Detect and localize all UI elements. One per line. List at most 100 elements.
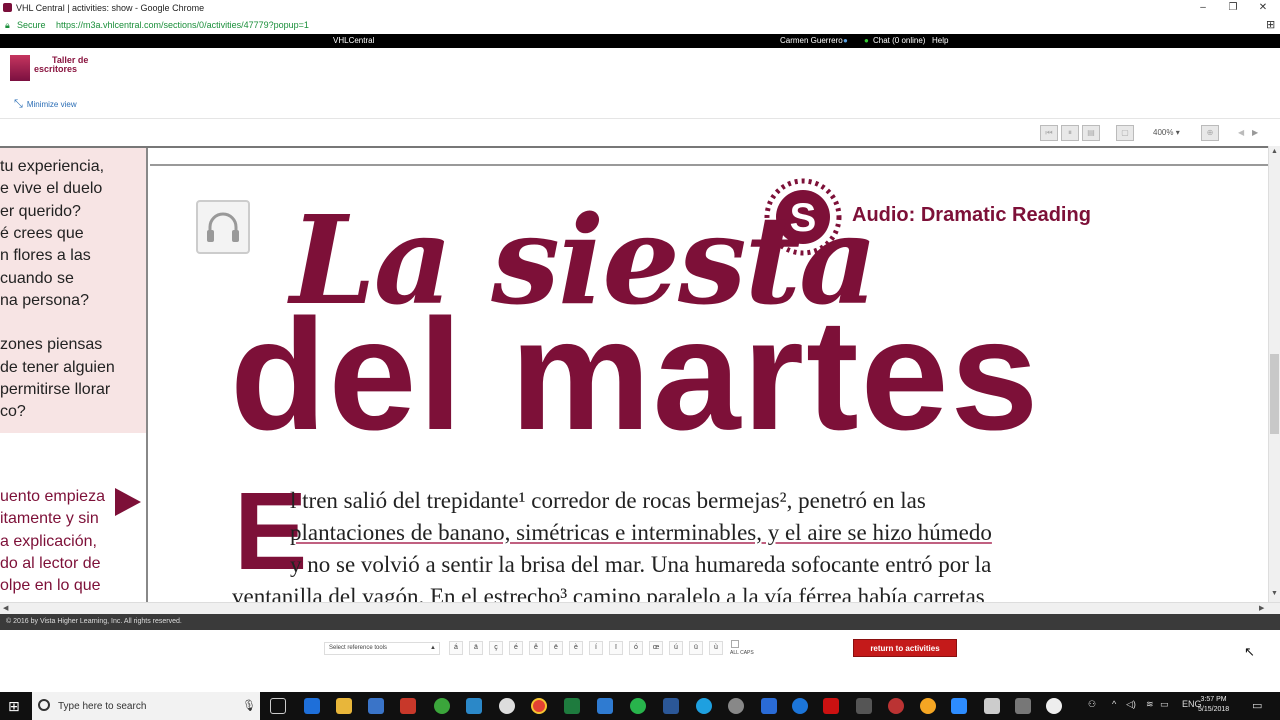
text-line-2: plantaciones de banano, simétricas e int… [290, 520, 992, 545]
book-viewer[interactable]: tu experiencia, e vive el duelo er querido… [0, 146, 1268, 602]
edge-icon[interactable] [304, 698, 320, 714]
scroll-right-icon[interactable]: ▶ [1259, 604, 1264, 612]
scroll-down-icon[interactable]: ▼ [1271, 590, 1278, 597]
reference-tools-label: Select reference tools [329, 645, 388, 651]
scroll-up-icon[interactable]: ▲ [1271, 148, 1278, 155]
leaf-app-icon[interactable] [434, 698, 450, 714]
reference-tools-bar: Select reference tools ▲ áäçéêëèíïóœúüù … [0, 630, 1280, 690]
netflix-icon[interactable] [823, 698, 839, 714]
left-question-line: n flores a las [0, 247, 91, 265]
zoom-in-icon[interactable]: ⊕ [1201, 125, 1219, 141]
vertical-scroll-thumb[interactable] [1270, 354, 1279, 434]
microphone-icon[interactable]: 🎙︎ [242, 699, 256, 712]
steam-icon[interactable] [499, 698, 515, 714]
headphones-icon[interactable] [196, 200, 250, 254]
accent-button[interactable]: ê [529, 641, 543, 655]
accent-button[interactable]: í [589, 641, 603, 655]
taskbar-clock[interactable]: 3:57 PM 5/15/2018 [1198, 695, 1229, 715]
logo-line-2: escritores [34, 64, 78, 74]
volume-icon[interactable]: ◁) [1126, 699, 1136, 710]
chat-status-icon: ● [864, 36, 869, 45]
chat-link[interactable]: Chat (0 online) [873, 36, 925, 45]
user-name[interactable]: Carmen Guerrero [780, 36, 843, 45]
zoom-select[interactable]: 400% ▾ [1153, 128, 1180, 137]
page-rule [150, 164, 1268, 166]
remote-desktop-icon[interactable] [597, 698, 613, 714]
skype-icon[interactable] [696, 698, 712, 714]
vhl-brand[interactable]: VHLCentral [333, 36, 374, 45]
left-question-line: e vive el duelo [0, 180, 103, 198]
accent-button[interactable]: ü [689, 641, 703, 655]
mail-icon[interactable] [984, 698, 1000, 714]
caption-icon[interactable]: ▤ [1082, 125, 1100, 141]
app-icon-4[interactable] [920, 698, 936, 714]
lock-icon: 🔒︎ [5, 20, 10, 30]
word-icon[interactable] [663, 698, 679, 714]
help-link[interactable]: Help [932, 36, 948, 45]
accent-button[interactable]: ë [549, 641, 563, 655]
accent-button[interactable]: ù [709, 641, 723, 655]
accent-button[interactable]: è [569, 641, 583, 655]
app-icon-5[interactable] [1015, 698, 1031, 714]
chrome-icon[interactable] [531, 698, 547, 714]
maximize-window-button[interactable]: ❐ [1218, 0, 1248, 16]
file-explorer-icon[interactable] [336, 698, 352, 714]
app-icon-6[interactable] [1046, 698, 1062, 714]
app-icon-3[interactable] [888, 698, 904, 714]
tray-chevron-icon[interactable]: ^ [1112, 699, 1116, 709]
return-to-activities-button[interactable]: return to activities [853, 639, 957, 657]
app-icon-2[interactable] [856, 698, 872, 714]
accent-button[interactable]: é [509, 641, 523, 655]
next-page-icon[interactable]: ▶ [1252, 128, 1258, 137]
app-icon[interactable] [728, 698, 744, 714]
zoom-app-icon[interactable] [951, 698, 967, 714]
address-bar[interactable]: 🔒︎ Secure https://m3a.vhlcentral.com/sec… [0, 16, 1280, 34]
photos-icon[interactable] [466, 698, 482, 714]
vertical-scrollbar[interactable]: ▲ ▼ [1268, 146, 1280, 602]
wifi-icon[interactable]: ≋ [1146, 699, 1154, 710]
accent-button[interactable]: ú [669, 641, 683, 655]
left-reading-line: uento empieza [0, 488, 105, 505]
first-page-icon[interactable]: ⏮ [1040, 125, 1058, 141]
accent-button[interactable]: ó [629, 641, 643, 655]
accent-button[interactable]: ï [609, 641, 623, 655]
prev-page-icon[interactable]: ◀ [1238, 128, 1244, 137]
extension-icon[interactable]: ⊞ [1266, 18, 1275, 31]
ie-icon[interactable] [792, 698, 808, 714]
keyboard-icon[interactable]: ▭ [1160, 699, 1169, 710]
minimize-view-button[interactable]: ⤡ Minimize view [14, 98, 77, 111]
close-window-button[interactable]: ✕ [1248, 0, 1278, 16]
accent-button[interactable]: ä [469, 641, 483, 655]
accent-button[interactable]: ç [489, 641, 503, 655]
reference-tools-select[interactable]: Select reference tools ▲ [324, 642, 440, 655]
notifications-icon[interactable]: ▭ [1252, 699, 1262, 712]
store-icon[interactable] [368, 698, 384, 714]
minimize-window-button[interactable]: – [1188, 0, 1218, 16]
accent-button[interactable]: œ [649, 641, 663, 655]
outlook-icon[interactable] [761, 698, 777, 714]
user-dropdown-icon[interactable]: ● [843, 36, 848, 45]
text-line-4: ventanilla del vagón. En el estrecho³ ca… [232, 584, 985, 602]
activity-header: Taller de escritores ⤡ Minimize view [0, 48, 1280, 118]
excel-icon[interactable] [564, 698, 580, 714]
powerpoint-icon[interactable] [400, 698, 416, 714]
audio-label[interactable]: Audio: Dramatic Reading [852, 204, 1091, 227]
page-view-icon[interactable]: ▢ [1116, 125, 1134, 141]
left-question-line: zones piensas [0, 336, 103, 354]
task-view-icon[interactable] [270, 698, 286, 714]
book-logo: Taller de escritores [34, 56, 88, 74]
scroll-left-icon[interactable]: ◀ [3, 604, 8, 612]
people-icon[interactable]: ⚇ [1088, 699, 1096, 710]
taskbar-search[interactable]: Type here to search 🎙︎ [32, 692, 260, 720]
horizontal-scrollbar[interactable]: ◀ ▶ [0, 602, 1280, 614]
book-cover-icon [10, 55, 30, 81]
reading-page: S Audio: Dramatic Reading La siesta del … [150, 148, 1268, 602]
pause-icon[interactable]: ⏸ [1061, 125, 1079, 141]
allcaps-checkbox[interactable] [731, 640, 739, 648]
url-text[interactable]: https://m3a.vhlcentral.com/sections/0/ac… [56, 20, 309, 30]
accent-button[interactable]: á [449, 641, 463, 655]
minimize-view-label: Minimize view [26, 100, 77, 109]
windows-start-icon[interactable]: ⊞ [8, 698, 20, 715]
allcaps-label: ALL CAPS [730, 650, 754, 656]
whatsapp-icon[interactable] [630, 698, 646, 714]
